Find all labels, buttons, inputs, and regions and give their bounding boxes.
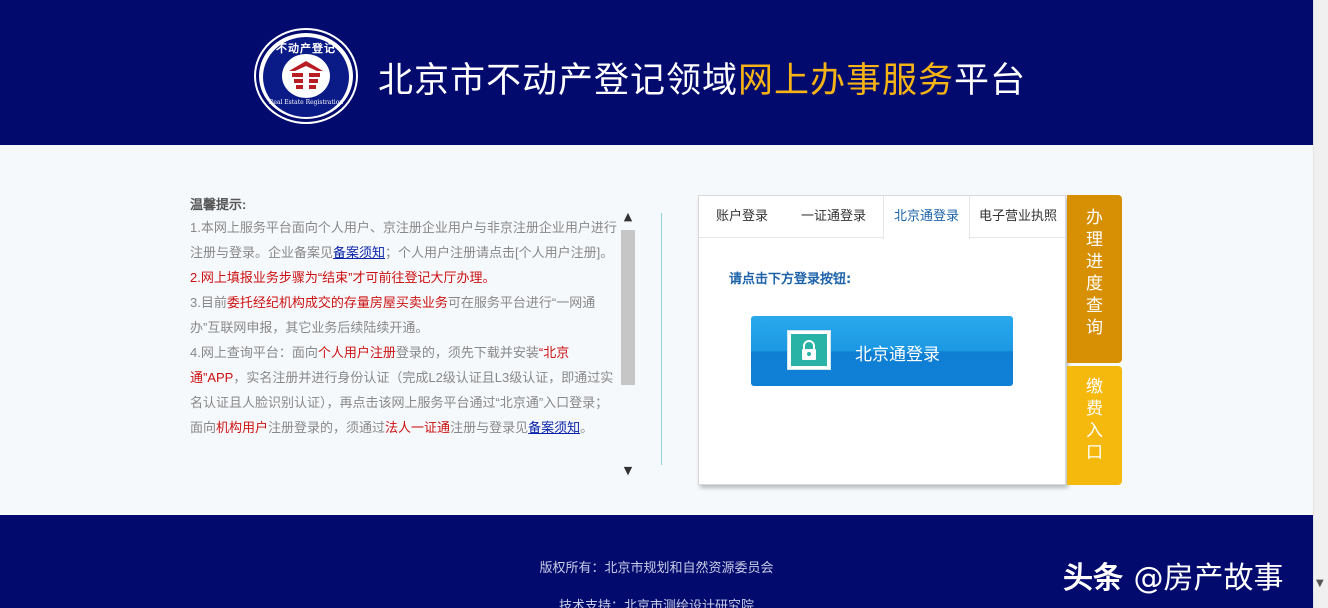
progress-char: 度 <box>1086 274 1103 294</box>
lock-shield-icon <box>787 330 831 370</box>
tab-certificate-login[interactable]: 一证通登录 <box>801 196 866 238</box>
scrollbar-thumb[interactable] <box>621 230 635 385</box>
progress-char: 查 <box>1086 296 1103 316</box>
main-content: 温馨提示: 1.本网上服务平台面向个人用户、京注册企业用户与非京注册企业用户进行… <box>0 145 1313 515</box>
payment-char: 入 <box>1086 421 1103 441</box>
filing-notice-link[interactable]: 备案须知 <box>333 245 385 260</box>
tab-e-license-login[interactable]: 电子营业执照 <box>979 196 1065 238</box>
notice-item-4-text-2: 登录的，须先下载并安装 <box>395 345 539 360</box>
notice-panel[interactable]: 温馨提示: 1.本网上服务平台面向个人用户、京注册企业用户与非京注册企业用户进行… <box>190 195 618 490</box>
notice-item-3: 3.目前委托经纪机构成交的存量房屋买卖业务可在服务平台进行“一网通办”互联网申报… <box>190 290 618 340</box>
watermark-handle: @房产故事 <box>1133 561 1284 596</box>
notice-item-3-text: 3.目前 <box>190 295 227 310</box>
title-highlight: 网上办事服务 <box>738 61 955 101</box>
chevron-up-icon[interactable]: ▲ <box>620 209 636 225</box>
notice-item-4-text-4: 注册登录的，须通过 <box>268 420 386 435</box>
beijingtong-login-label: 北京通登录 <box>855 345 940 365</box>
payment-char: 缴 <box>1086 377 1103 397</box>
page-title: 北京市不动产登记领域网上办事服务平台 <box>378 52 1026 103</box>
watermark: 头条 @房产故事 <box>1063 553 1283 597</box>
notice-item-4: 4.网上查询平台：面向个人用户注册登录的，须先下载并安装“北京通”APP，实名注… <box>190 340 618 440</box>
lock-icon-background <box>791 334 827 366</box>
login-prompt: 请点击下方登录按钮: <box>729 272 852 287</box>
title-part1: 北京市不动产登记领域 <box>378 61 739 101</box>
progress-char: 进 <box>1086 252 1103 272</box>
notice-item-4-red-4: 法人一证通 <box>385 420 451 435</box>
filing-notice-link-2[interactable]: 备案须知 <box>528 420 580 435</box>
beijingtong-login-button[interactable]: 北京通登录 <box>751 316 1013 386</box>
notice-item-2: 2.网上填报业务步骤为“结束”才可前往登记大厅办理。 <box>190 270 496 285</box>
notice-item-4-text: 4.网上查询平台：面向 <box>190 345 318 360</box>
watermark-brand: 头条 <box>1063 561 1123 596</box>
payment-char: 费 <box>1086 399 1103 419</box>
logo-ring: 不动产登记 Real Estate Registration <box>263 37 349 117</box>
notice-item-4-red-1: 个人用户注册 <box>317 345 396 360</box>
site-footer: 版权所有：北京市规划和自然资源委员会 技术支持：北京市测绘设计研究院 头条 @房… <box>0 515 1313 608</box>
logo-bottom-text: Real Estate Registration <box>268 99 344 106</box>
site-header: 不动产登记 Real Estate Registration 北京市不动产登记领… <box>0 0 1313 145</box>
notice-scrollbar[interactable]: ▲ ▼ <box>620 205 636 485</box>
site-logo: 不动产登记 Real Estate Registration <box>256 30 356 122</box>
payment-char: 口 <box>1086 443 1103 463</box>
payment-entry-button[interactable]: 缴 费 入 口 <box>1067 366 1122 485</box>
notice-item-4-text-5: 注册与登录见 <box>450 420 529 435</box>
notice-heading: 温馨提示: <box>190 197 247 212</box>
notice-item-1-text-2: ；个人用户注册请点击[个人用户注册]。 <box>385 245 614 260</box>
chevron-down-icon[interactable]: ▼ <box>620 463 636 479</box>
notice-item-1: 1.本网上服务平台面向个人用户、京注册企业用户与非京注册企业用户进行注册与登录。… <box>190 215 618 265</box>
progress-char: 询 <box>1086 318 1103 338</box>
title-part2: 平台 <box>954 61 1027 101</box>
notice-item-4-red-3: 机构用户 <box>216 420 269 435</box>
notice-item-3-red: 委托经纪机构成交的存量房屋买卖业务 <box>226 295 448 310</box>
tab-beijingtong-login[interactable]: 北京通登录 <box>883 196 971 239</box>
login-panel: 账户登录 一证通登录 北京通登录 电子营业执照 请点击下方登录按钮: 北京通登录 <box>698 195 1066 485</box>
scroll-down-icon[interactable]: ▼ <box>1316 578 1324 589</box>
progress-char: 理 <box>1086 230 1103 250</box>
page-scrollbar[interactable]: ▼ <box>1313 0 1328 608</box>
progress-char: 办 <box>1086 208 1103 228</box>
vertical-divider <box>661 213 662 465</box>
tab-account-login[interactable]: 账户登录 <box>716 196 768 238</box>
login-tabs: 账户登录 一证通登录 北京通登录 电子营业执照 <box>699 196 1065 239</box>
progress-query-button[interactable]: 办 理 进 度 查 询 <box>1067 195 1122 363</box>
notice-item-4-text-6: 。 <box>580 420 594 435</box>
building-emblem-icon <box>282 54 330 98</box>
